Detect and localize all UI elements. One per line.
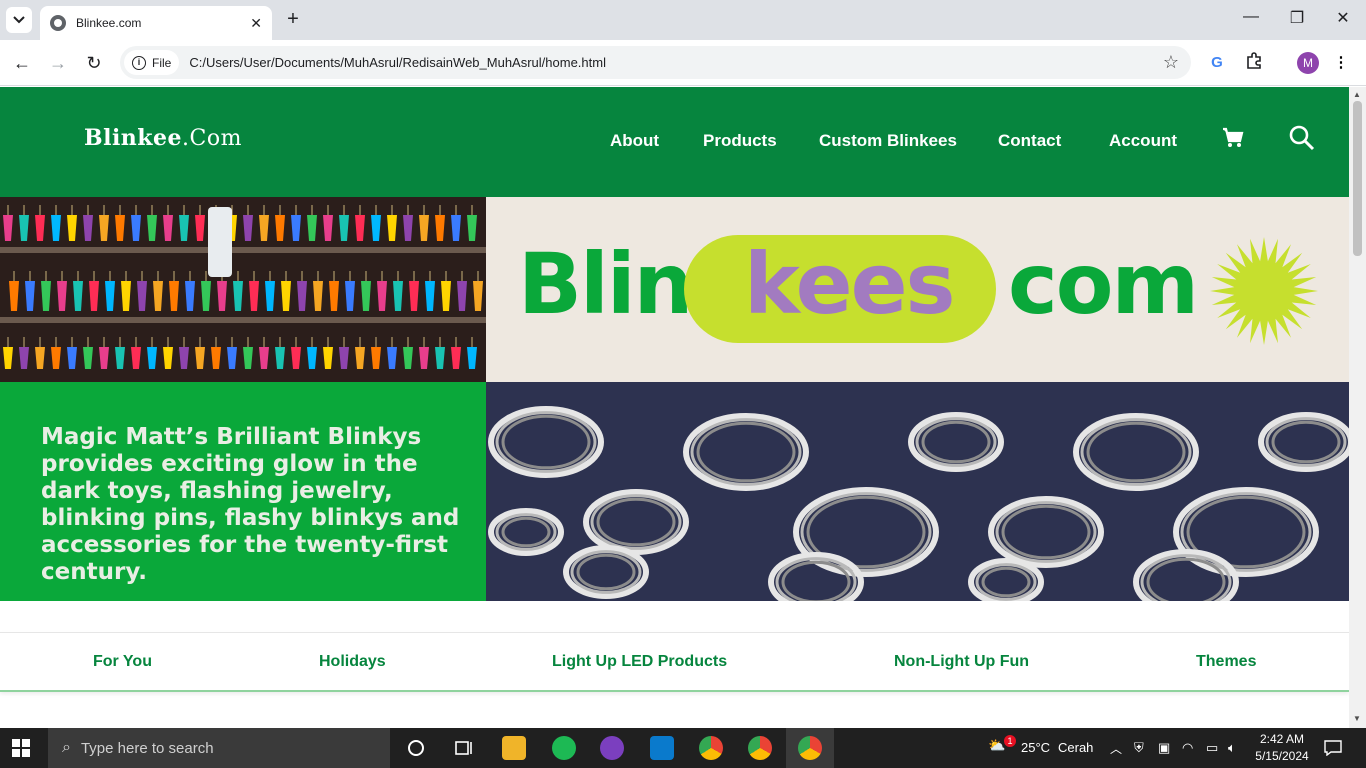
cart-icon[interactable] [1222, 127, 1244, 149]
hero-description: Magic Matt’s Brilliant Blinkys provides … [41, 424, 460, 585]
hero-text-panel: Magic Matt’s Brilliant Blinkys provides … [0, 382, 486, 601]
chip-label: File [152, 55, 172, 70]
chrome-active-icon[interactable] [798, 736, 822, 760]
weather-badge: 1 [1004, 735, 1016, 747]
windows-start-icon[interactable] [12, 739, 30, 757]
windows-taskbar: ⌕ Type here to search ⛅ 1 25°C Cerah ︿ ⛨… [0, 728, 1366, 768]
category-bar: For You Holidays Light Up LED Products N… [0, 632, 1349, 692]
taskbar-search[interactable]: ⌕ Type here to search [48, 728, 390, 768]
info-icon: i [132, 55, 146, 70]
address-bar[interactable]: i File C:/Users/User/Documents/MuhAsrul/… [120, 46, 1191, 79]
logo-main: Blinkee [84, 125, 183, 151]
cortana-icon[interactable] [404, 736, 428, 760]
search-icon: ⌕ [62, 739, 71, 756]
brand-banner: Blin kees com [486, 197, 1349, 382]
file-explorer-icon[interactable] [502, 736, 526, 760]
system-clock[interactable]: 2:42 AM 5/15/2024 [1252, 731, 1312, 765]
logo-dotcom: .Com [182, 126, 242, 151]
notification-icon[interactable] [1324, 740, 1342, 756]
brand-text-com: com [1008, 235, 1199, 333]
translate-icon[interactable]: G [1206, 52, 1228, 74]
wifi-icon[interactable]: ◠ [1182, 740, 1193, 756]
silver-jewelry-illustration [486, 382, 1349, 601]
hero-banner: Magic Matt’s Brilliant Blinkys provides … [0, 197, 1349, 601]
site-header: Blinkee.Com About Products Custom Blinke… [0, 87, 1349, 197]
battery-icon[interactable]: ▭ [1206, 740, 1218, 756]
nav-contact[interactable]: Contact [998, 131, 1061, 151]
minimize-icon[interactable]: — [1236, 8, 1266, 26]
github-desktop-icon[interactable] [600, 736, 624, 760]
restore-icon[interactable]: ❐ [1282, 8, 1312, 28]
reload-icon[interactable]: ↻ [83, 52, 105, 74]
brand-text-blin: Blin [518, 235, 693, 333]
chrome-icon[interactable] [699, 736, 723, 760]
browser-tab[interactable]: Blinkee.com ✕ [40, 6, 272, 40]
page-scrollbar[interactable]: ▲ ▼ [1349, 87, 1366, 728]
forward-icon[interactable]: → [47, 52, 69, 74]
category-holidays[interactable]: Holidays [319, 653, 386, 671]
meet-now-icon[interactable]: ▣ [1158, 740, 1170, 756]
category-non-light-up[interactable]: Non-Light Up Fun [894, 653, 1029, 671]
clock-date: 5/15/2024 [1255, 749, 1309, 763]
taskbar-search-placeholder: Type here to search [80, 739, 214, 757]
kebab-menu-icon[interactable]: ⋮ [1330, 52, 1352, 74]
scroll-up-icon[interactable]: ▲ [1353, 90, 1361, 99]
bookmark-star-icon[interactable]: ☆ [1163, 52, 1179, 73]
browser-toolbar: ← → ↻ i File C:/Users/User/Documents/Muh… [0, 40, 1366, 86]
site-info-chip[interactable]: i File [124, 50, 180, 75]
tab-search-button[interactable] [6, 7, 32, 33]
nav-products[interactable]: Products [703, 131, 777, 151]
task-view-icon[interactable] [452, 736, 476, 760]
brand-text-kees: kees [744, 235, 956, 333]
category-for-you[interactable]: For You [93, 653, 152, 671]
earrings-photo [0, 197, 486, 382]
globe-icon [50, 15, 66, 31]
volume-icon[interactable]: 🔈︎ [1228, 740, 1236, 756]
site-logo[interactable]: Blinkee.Com [84, 125, 242, 151]
silver-jewelry-photo [486, 382, 1349, 601]
weather-temp[interactable]: 25°C [1021, 740, 1050, 755]
chrome-profile-icon[interactable] [748, 736, 772, 760]
show-hidden-icons[interactable]: ︿ [1110, 740, 1122, 757]
chevron-down-icon [13, 16, 25, 24]
earrings-illustration [0, 197, 486, 382]
sunburst-icon [1210, 237, 1318, 345]
close-icon[interactable]: ✕ [250, 15, 262, 32]
new-tab-button[interactable]: + [282, 8, 304, 30]
web-page: Blinkee.Com About Products Custom Blinke… [0, 87, 1349, 728]
scroll-thumb[interactable] [1353, 101, 1362, 256]
vscode-icon[interactable] [650, 736, 674, 760]
category-themes[interactable]: Themes [1196, 653, 1256, 671]
spotify-icon[interactable] [552, 736, 576, 760]
weather-icon[interactable]: ⛅ [988, 737, 1005, 754]
scroll-down-icon[interactable]: ▼ [1353, 714, 1361, 723]
tab-title: Blinkee.com [76, 16, 142, 30]
nav-account[interactable]: Account [1109, 131, 1177, 151]
nav-about[interactable]: About [610, 131, 659, 151]
nav-custom-blinkees[interactable]: Custom Blinkees [819, 131, 957, 151]
url-text[interactable]: C:/Users/User/Documents/MuhAsrul/Redisai… [189, 55, 1163, 70]
close-window-icon[interactable]: ✕ [1328, 8, 1358, 28]
security-shield-icon[interactable]: ⛨ [1134, 740, 1144, 756]
search-icon[interactable] [1289, 125, 1315, 151]
profile-avatar[interactable]: M [1297, 52, 1319, 74]
back-icon[interactable]: ← [11, 52, 33, 74]
extensions-icon[interactable] [1243, 52, 1265, 74]
weather-text[interactable]: Cerah [1058, 740, 1093, 755]
clock-time: 2:42 AM [1259, 732, 1305, 746]
puzzle-icon [1247, 52, 1261, 69]
category-light-up-led[interactable]: Light Up LED Products [552, 653, 727, 671]
browser-tabstrip: Blinkee.com ✕ + — ❐ ✕ [0, 0, 1366, 40]
